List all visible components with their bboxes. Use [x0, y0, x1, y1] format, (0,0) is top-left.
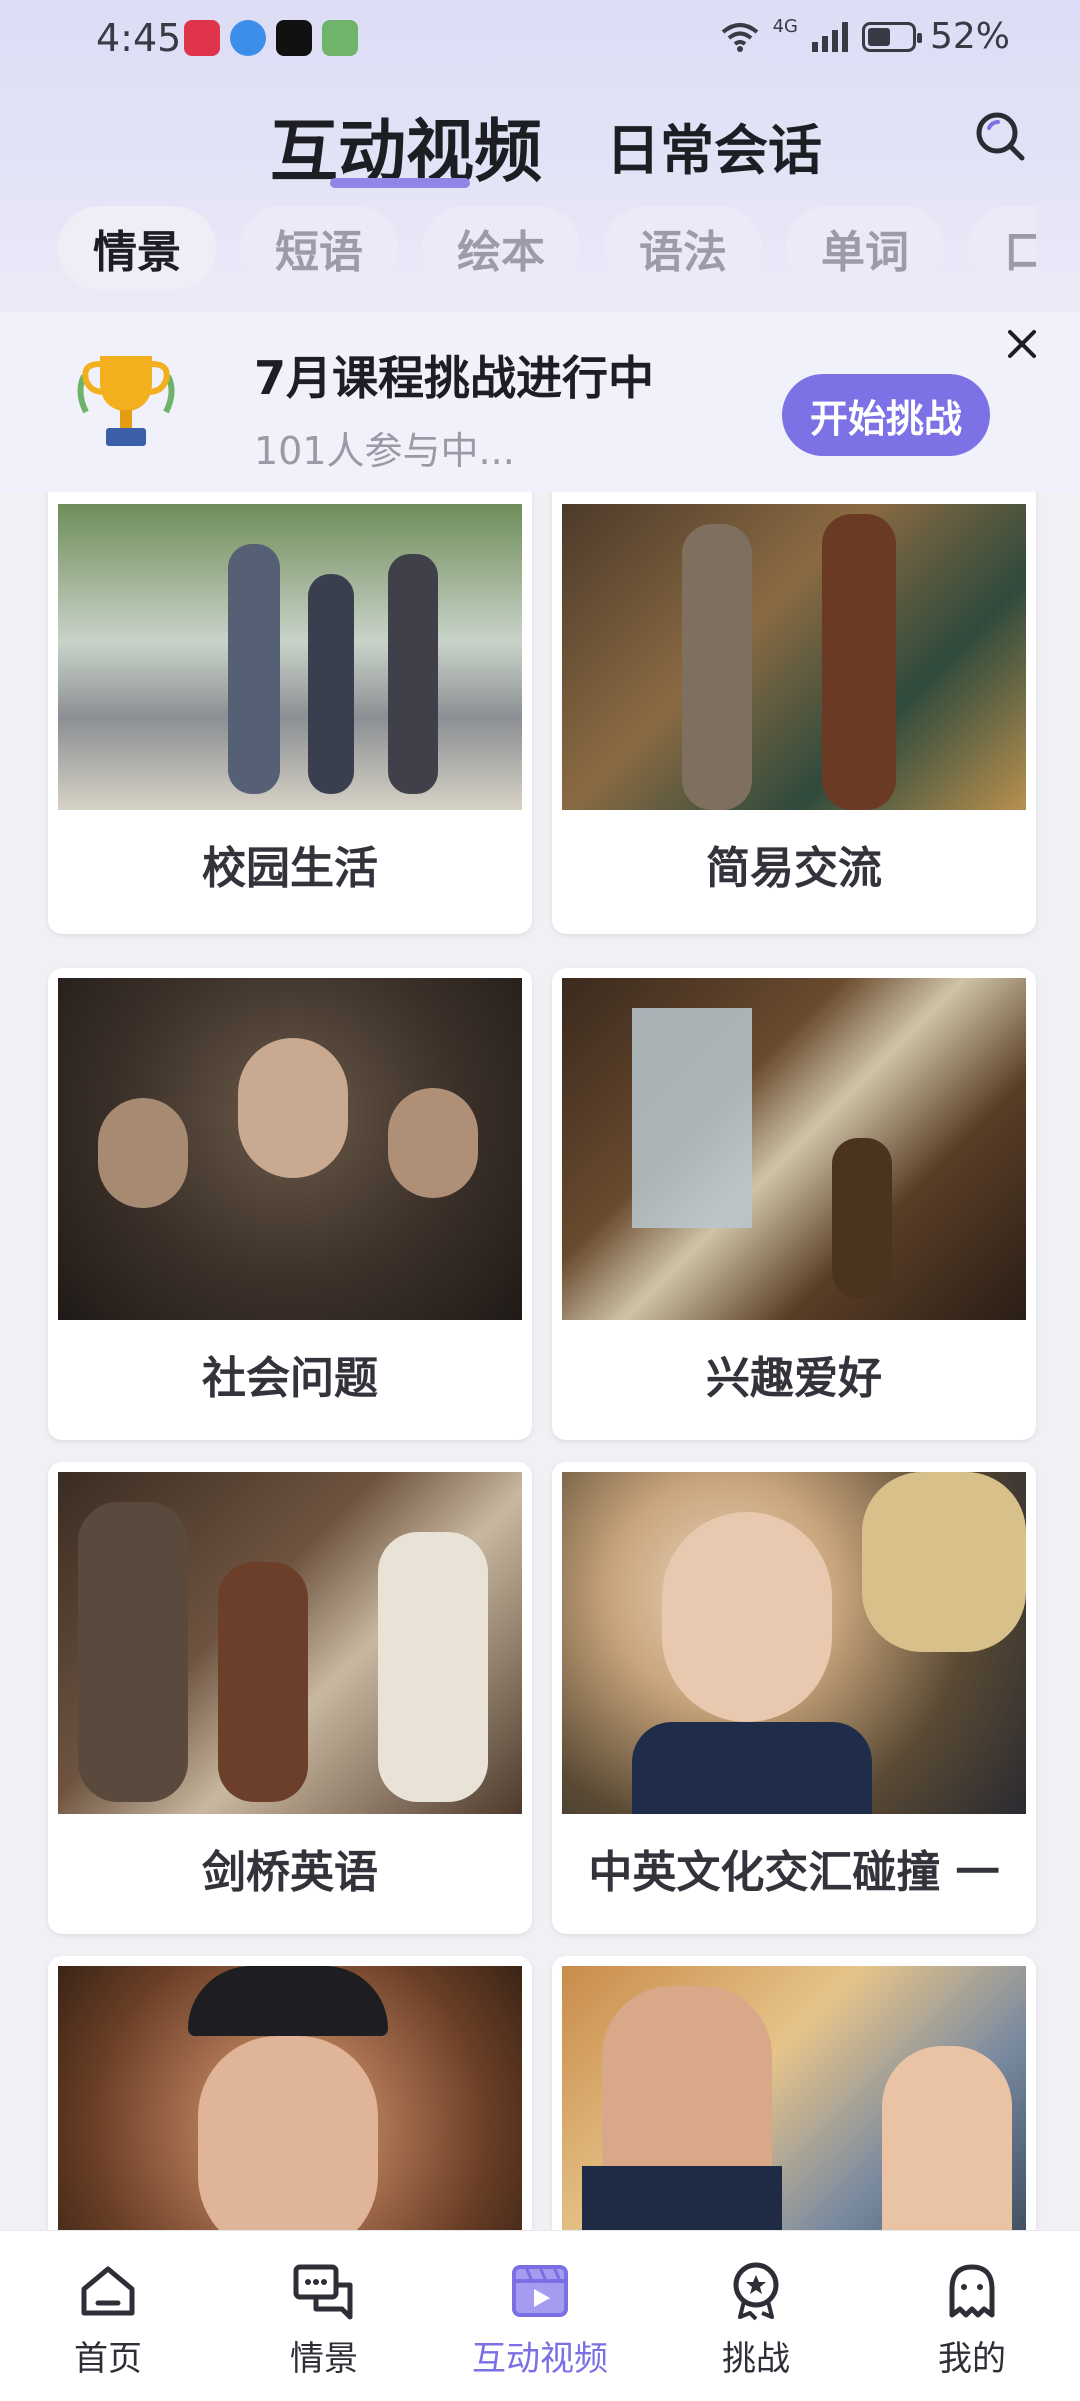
category-pill-phrase[interactable]: 短语: [240, 206, 398, 290]
battery-icon: [861, 21, 922, 52]
nav-label: 互动视频: [472, 2339, 608, 2379]
topic-image-man-at-desk-study: [562, 978, 1026, 1320]
challenge-participants: 101人参与中...: [254, 429, 515, 473]
chat-bubbles-icon: [293, 2264, 353, 2320]
tab-daily-conversation[interactable]: 日常会话: [606, 106, 822, 185]
topic-card-culture-clash[interactable]: 中英文化交汇碰撞 一: [552, 1462, 1036, 1934]
nav-scenes[interactable]: 情景: [244, 2259, 404, 2380]
topic-grid: 校园生活 简易交流 社会问题 兴趣爱好 剑桥英语 中英文化交汇碰撞 一: [0, 492, 1080, 2230]
profile-icon: [949, 2264, 995, 2318]
signal-icon: [811, 21, 848, 52]
category-pill-scene[interactable]: 情景: [58, 206, 216, 290]
notification-icons: [184, 20, 358, 56]
nav-challenge[interactable]: 挑战: [676, 2259, 836, 2380]
nav-label: 我的: [938, 2339, 1006, 2379]
topic-title: 兴趣爱好: [706, 1353, 882, 1404]
active-tab-indicator: [330, 178, 470, 188]
nav-profile[interactable]: 我的: [892, 2259, 1052, 2380]
reader-app-icon: [184, 20, 220, 56]
topic-card-hobbies[interactable]: 兴趣爱好: [552, 968, 1036, 1440]
category-pill-picture-book[interactable]: 绘本: [422, 206, 580, 290]
challenge-banner: 7月课程挑战进行中 101人参与中... 开始挑战: [0, 312, 1080, 492]
topic-card-campus-life[interactable]: 校园生活: [48, 492, 532, 934]
nav-home[interactable]: 首页: [28, 2259, 188, 2380]
medal-icon: [733, 2262, 779, 2321]
topic-title: 中英文化交汇碰撞 一: [588, 1847, 1000, 1898]
nav-interactive-video[interactable]: 互动视频: [460, 2259, 620, 2380]
topic-card[interactable]: [552, 1956, 1036, 2230]
home-icon: [81, 2266, 135, 2316]
status-time: 4:45: [96, 16, 182, 60]
nav-label: 挑战: [722, 2339, 790, 2379]
topic-image-woman-in-qipao: [562, 1472, 1026, 1814]
nav-label: 首页: [74, 2339, 142, 2379]
close-icon[interactable]: [1004, 326, 1040, 362]
wifi-icon: [721, 22, 758, 52]
status-bar: 4:45 4G 52%: [0, 0, 1080, 80]
browser-app-icon: [230, 20, 266, 56]
category-pills: 情景 短语 绘本 语法 单词 口: [0, 206, 1036, 292]
topic-title: 校园生活: [202, 843, 378, 894]
bottom-navigation: 首页 情景 互动视频 挑战 我的: [0, 2230, 1080, 2401]
topic-image-crowd-of-people: [58, 978, 522, 1320]
search-icon[interactable]: [970, 106, 1030, 166]
topic-title: 社会问题: [202, 1353, 378, 1404]
challenge-title: 7月课程挑战进行中: [254, 351, 655, 405]
topic-image-girls-reading-books: [58, 1472, 522, 1814]
topic-card-simple-communication[interactable]: 简易交流: [552, 492, 1036, 934]
nav-label: 情景: [290, 2339, 358, 2379]
battery-percent: 52%: [929, 16, 1010, 57]
topic-card-cambridge-english[interactable]: 剑桥英语: [48, 1462, 532, 1934]
topic-image-couple-at-shop: [562, 504, 1026, 810]
start-challenge-button[interactable]: 开始挑战: [782, 374, 990, 456]
topic-card[interactable]: [48, 1956, 532, 2230]
category-pill-oral[interactable]: 口: [968, 206, 1036, 290]
topic-card-social-issues[interactable]: 社会问题: [48, 968, 532, 1440]
topic-image-smiling-bearded-man: [58, 1966, 522, 2230]
video-icon: [512, 2265, 568, 2317]
game-app-icon: [322, 20, 358, 56]
trophy-icon: [77, 356, 175, 446]
topic-image-students-on-campus: [58, 504, 522, 810]
topic-title: 剑桥英语: [202, 1847, 378, 1898]
network-type: 4G: [772, 16, 798, 37]
topic-image-man-and-woman-outdoors: [562, 1966, 1026, 2230]
topic-title: 简易交流: [706, 843, 882, 894]
category-pill-grammar[interactable]: 语法: [604, 206, 762, 290]
category-pill-words[interactable]: 单词: [786, 206, 944, 290]
tiktok-app-icon: [276, 20, 312, 56]
